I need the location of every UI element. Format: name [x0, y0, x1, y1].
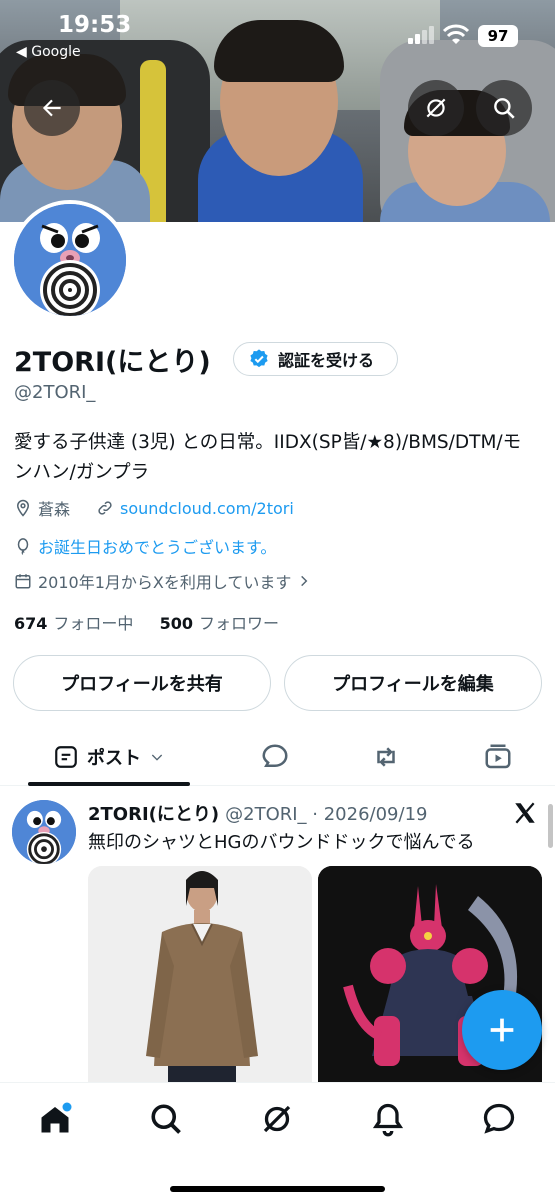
profile-location: 蒼森	[38, 500, 71, 519]
media-tab-icon[interactable]	[483, 742, 513, 772]
profile-website-link[interactable]: soundcloud.com/2tori	[120, 499, 294, 518]
share-profile-button[interactable]: プロフィールを共有	[13, 655, 271, 711]
following-link[interactable]: 674 フォロー中	[14, 614, 133, 633]
post-author-name[interactable]: 2TORI(にとり)	[88, 804, 219, 825]
compose-post-button[interactable]	[462, 990, 542, 1070]
search-button[interactable]	[476, 80, 532, 136]
edit-profile-button[interactable]: プロフィールを編集	[284, 655, 542, 711]
arrow-left-icon	[42, 99, 61, 117]
profile-avatar[interactable]	[10, 200, 130, 320]
back-button[interactable]	[24, 80, 80, 136]
back-to-app-link[interactable]: ◀ Google	[16, 44, 81, 60]
grok-icon	[426, 98, 446, 118]
posts-icon	[55, 746, 77, 768]
scrollbar[interactable]	[548, 804, 553, 848]
joined-date: 2010年1月からXを利用しています	[38, 573, 292, 592]
cellular-signal-icon	[408, 26, 434, 44]
birthday-message[interactable]: お誕生日おめでとうございます。	[38, 534, 276, 558]
chevron-down-icon	[151, 754, 163, 761]
following-label: フォロー中	[53, 614, 134, 633]
wifi-icon	[442, 24, 470, 44]
get-verified-label: 認証を受ける	[278, 351, 375, 370]
balloon-icon	[17, 538, 29, 555]
followers-link[interactable]: 500 フォロワー	[160, 614, 279, 633]
status-bar: 19:53 ◀ Google 97	[0, 0, 555, 66]
shirt-photo-image	[88, 866, 312, 1082]
plus-icon	[490, 1018, 514, 1042]
location-pin-icon	[16, 499, 30, 517]
post-meta: @2TORI_ · 2026/09/19	[225, 804, 428, 825]
grok-button[interactable]	[408, 80, 464, 136]
search-icon[interactable]	[148, 1101, 184, 1137]
get-verified-button[interactable]: 認証を受ける	[233, 342, 398, 376]
calendar-icon	[15, 574, 31, 589]
home-indicator[interactable]	[170, 1186, 385, 1192]
reposts-tab-icon[interactable]	[371, 742, 401, 772]
profile-tabs: ポスト	[0, 728, 555, 786]
status-time: 19:53	[58, 12, 132, 38]
joined-row[interactable]: 2010年1月からXを利用しています	[14, 569, 311, 593]
birthday-row: お誕生日おめでとうございます。	[14, 534, 276, 558]
post-image-shirt[interactable]	[88, 866, 312, 1082]
follow-counts: 674 フォロー中 500 フォロワー	[14, 610, 279, 634]
poliwhirl-avatar-image	[14, 204, 126, 316]
battery-indicator: 97	[478, 25, 518, 47]
profile-bio: 愛する子供達 (3児) との日常。IIDX(SP皆/★8)/BMS/DTM/モン…	[14, 432, 522, 483]
profile-handle: @2TORI_	[14, 382, 96, 403]
replies-tab-icon[interactable]	[260, 742, 290, 772]
followers-count: 500	[159, 614, 194, 633]
search-icon	[494, 98, 515, 119]
notifications-bell-icon[interactable]	[370, 1101, 406, 1137]
post-text: 無印のシャツとHGのバウンドドックで悩んでる	[88, 832, 475, 853]
bottom-navigation	[0, 1082, 555, 1200]
chevron-right-icon	[301, 575, 308, 587]
profile-meta-row: 蒼森 soundcloud.com/2tori	[14, 496, 294, 520]
grok-icon[interactable]	[259, 1101, 295, 1137]
profile-name: 2TORI(にとり)	[14, 347, 211, 378]
post-header: 2TORI(にとり) @2TORI_ · 2026/09/19	[88, 800, 427, 826]
post-author-avatar[interactable]	[12, 800, 76, 864]
home-icon[interactable]	[37, 1101, 73, 1137]
x-logo-icon	[515, 802, 535, 824]
tab-posts-label: ポスト	[87, 748, 141, 769]
followers-label: フォロワー	[199, 614, 280, 633]
link-icon	[98, 501, 112, 515]
verified-badge-icon	[250, 349, 268, 368]
following-count: 674	[14, 614, 48, 633]
poliwhirl-avatar-image	[12, 800, 76, 864]
messages-icon[interactable]	[481, 1101, 517, 1137]
tab-posts[interactable]: ポスト	[28, 728, 190, 786]
